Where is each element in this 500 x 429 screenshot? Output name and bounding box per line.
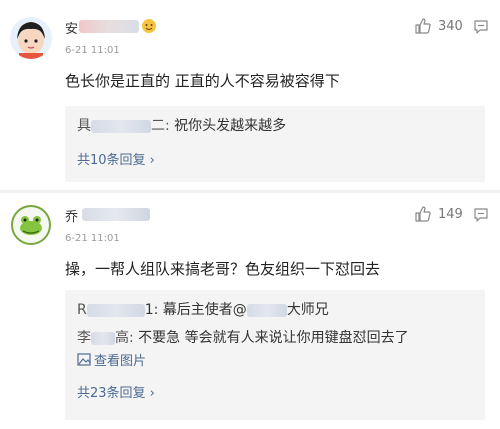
more-replies-link[interactable]: 共10条回复 › xyxy=(77,149,155,168)
replies-box[interactable]: 具 二: 祝你头发越来越多 共10条回复 › xyxy=(65,106,485,182)
avatar[interactable] xyxy=(10,204,52,246)
comment-text: 色长你是正直的 正直的人不容易被容得下 xyxy=(65,72,340,90)
reply-text: 1: 幕后主使者@ xyxy=(144,302,247,318)
comment-card: 乔 6-21 11:01 149 操，一帮人组队来搞老哥？色友组织一下怼回去 R… xyxy=(0,192,500,429)
like-button[interactable]: 149 xyxy=(414,205,463,223)
reply-author-suffix: 二: xyxy=(151,118,170,134)
reply-icon[interactable] xyxy=(473,207,489,227)
comment-timestamp: 6-21 11:01 xyxy=(65,45,120,56)
comment-text: 操，一帮人组队来搞老哥？色友组织一下怼回去 xyxy=(65,260,381,278)
more-replies-link[interactable]: 共23条回复 › xyxy=(77,382,155,401)
reply-text: 不要急 等会就有人来说让你用键盘怼回去了 xyxy=(138,330,409,346)
image-icon xyxy=(77,353,91,366)
comment-username[interactable]: 乔 xyxy=(65,206,78,225)
comment-username[interactable]: 安 xyxy=(65,18,78,37)
blurred-name xyxy=(79,20,139,33)
reply-icon[interactable] xyxy=(473,19,489,39)
blurred-name xyxy=(91,331,115,345)
blurred-name xyxy=(86,303,145,317)
thumbs-up-icon xyxy=(415,206,431,222)
reply-item[interactable]: 李 高: 不要急 等会就有人来说让你用键盘怼回去了 xyxy=(77,327,409,347)
blurred-mention xyxy=(246,303,287,317)
reply-author[interactable]: R xyxy=(77,302,87,318)
blurred-name xyxy=(82,208,150,221)
comment-timestamp: 6-21 11:01 xyxy=(65,233,120,244)
reply-author-suffix: 高: xyxy=(115,330,134,346)
replies-box[interactable]: R 1: 幕后主使者@ 大师兄 李 高: 不要急 等会就有人来说让你用键盘怼回去了 查… xyxy=(65,290,485,420)
thumbs-up-icon xyxy=(415,18,431,34)
comment-card: 安 6-21 11:01 340 色长你是正直的 正直的人不容易被容得下 具 二:… xyxy=(0,0,500,192)
reply-author[interactable]: 李 xyxy=(77,330,91,346)
reply-text: 祝你头发越来越多 xyxy=(174,118,287,134)
reply-author[interactable]: 具 xyxy=(77,118,91,134)
view-image-link[interactable]: 查看图片 xyxy=(77,350,146,369)
emoji-badge-icon xyxy=(141,18,157,34)
avatar[interactable] xyxy=(10,17,52,59)
like-count: 340 xyxy=(438,18,463,34)
reply-item[interactable]: 具 二: 祝你头发越来越多 xyxy=(77,115,286,135)
blurred-name xyxy=(91,119,151,133)
reply-item[interactable]: R 1: 幕后主使者@ 大师兄 xyxy=(77,299,329,319)
like-button[interactable]: 340 xyxy=(414,17,463,35)
reply-text-tail: 大师兄 xyxy=(286,302,329,318)
like-count: 149 xyxy=(438,206,463,222)
